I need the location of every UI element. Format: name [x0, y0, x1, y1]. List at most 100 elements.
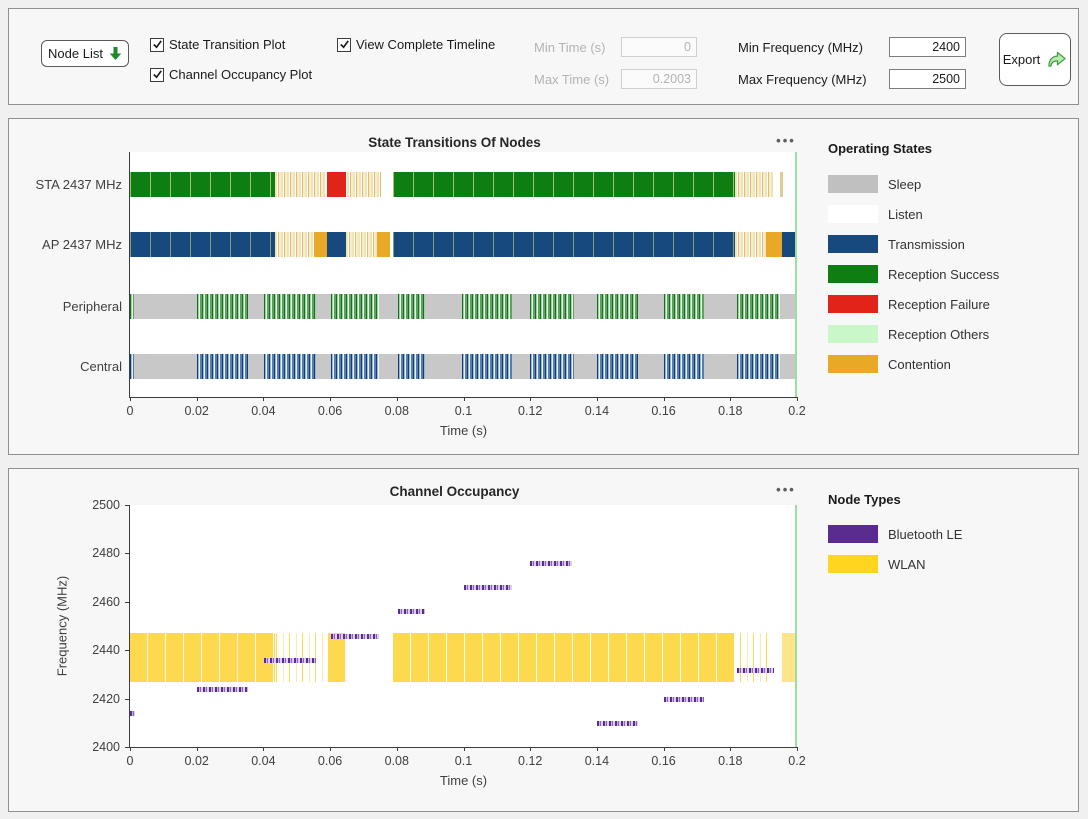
x-tick-label: 0.12	[518, 404, 542, 418]
occupancy-plot-title: Channel Occupancy	[121, 484, 788, 499]
x-tick-label: 0	[127, 754, 134, 768]
max-frequency-input[interactable]	[889, 69, 966, 89]
x-tick-mark	[464, 747, 465, 751]
occupancy-plot-options-menu[interactable]: •••	[769, 482, 803, 497]
bluetooth-le-segment	[664, 697, 704, 702]
legend-swatch	[828, 355, 878, 373]
row-label: Peripheral	[0, 299, 122, 314]
legend-item: Reception Failure	[828, 289, 999, 319]
x-tick-mark	[263, 747, 264, 751]
activity-burst	[737, 294, 780, 319]
activity-burst	[398, 294, 425, 319]
state-segment-thinline	[780, 172, 783, 197]
state-segment-orange	[377, 232, 390, 257]
view-complete-timeline-checkbox[interactable]: View Complete Timeline	[337, 37, 495, 52]
x-tick-mark	[530, 397, 531, 401]
activity-burst	[664, 354, 704, 379]
state-row	[130, 354, 797, 379]
legend-label: Reception Success	[888, 267, 999, 282]
legend-item: Contention	[828, 349, 999, 379]
toolbar-panel: Node List State Transition Plot Channel …	[8, 8, 1079, 105]
y-axis-label: Frequency (MHz)	[55, 576, 70, 676]
state-segment-contention	[275, 172, 326, 197]
x-tick-mark	[330, 397, 331, 401]
bluetooth-le-segment	[398, 609, 425, 614]
activity-burst	[530, 354, 573, 379]
state-segment-contention	[735, 232, 766, 257]
state-segment-contention	[275, 232, 314, 257]
x-tick-label: 0.1	[455, 404, 472, 418]
x-tick-mark	[730, 397, 731, 401]
min-time-label: Min Time (s)	[534, 40, 606, 55]
state-segment-contention	[347, 172, 380, 197]
channel-occupancy-plot-checkbox[interactable]: Channel Occupancy Plot	[150, 67, 312, 82]
min-frequency-input[interactable]	[889, 37, 966, 57]
x-tick-label: 0.02	[185, 754, 209, 768]
y-tick-mark	[125, 553, 130, 554]
y-tick-mark	[125, 505, 130, 506]
export-button[interactable]: Export	[999, 33, 1071, 86]
state-transition-plot-checkbox[interactable]: State Transition Plot	[150, 37, 285, 52]
legend-title: Operating States	[828, 141, 999, 156]
wlan-occupancy-segment	[393, 633, 735, 681]
max-frequency-label: Max Frequency (MHz)	[738, 72, 867, 87]
wireless-network-visualizer-window: Node List State Transition Plot Channel …	[0, 0, 1088, 819]
x-tick-label: 0.14	[585, 404, 609, 418]
node-list-label: Node List	[48, 46, 103, 61]
activity-burst	[597, 294, 638, 319]
legend-label: Transmission	[888, 237, 965, 252]
activity-burst	[530, 294, 573, 319]
max-time-input	[621, 69, 697, 89]
state-segment-orange	[314, 232, 327, 257]
checkbox-checked-icon	[150, 38, 164, 52]
legend-title: Node Types	[828, 492, 962, 507]
activity-burst	[462, 354, 512, 379]
row-label: AP 2437 MHz	[0, 237, 122, 252]
export-arrow-icon	[1046, 50, 1067, 69]
state-transitions-panel: State Transitions Of Nodes ••• STA 2437 …	[8, 118, 1079, 455]
activity-burst	[737, 354, 780, 379]
wlan-occupancy-segment	[130, 633, 275, 681]
x-tick-mark	[597, 397, 598, 401]
x-axis-label: Time (s)	[440, 773, 487, 788]
legend-item: Reception Others	[828, 319, 999, 349]
state-row	[130, 172, 797, 197]
x-tick-label: 0.06	[318, 404, 342, 418]
legend-item: Sleep	[828, 169, 999, 199]
legend-swatch	[828, 295, 878, 313]
legend-item: Bluetooth LE	[828, 519, 962, 549]
legend-swatch	[828, 265, 878, 283]
timeline-cursor-line	[795, 505, 797, 747]
max-time-label: Max Time (s)	[534, 72, 609, 87]
state-segment-orange	[766, 232, 782, 257]
x-tick-label: 0.08	[385, 754, 409, 768]
y-tick-label: 2420	[74, 692, 120, 706]
legend-swatch	[828, 325, 878, 343]
state-segment-blue-blocks	[130, 232, 275, 257]
activity-burst	[264, 354, 316, 379]
state-plot-options-menu[interactable]: •••	[769, 133, 803, 148]
node-list-button[interactable]: Node List	[41, 40, 129, 67]
state-segment-contention	[346, 232, 376, 257]
x-tick-label: 0.04	[251, 754, 275, 768]
x-tick-mark	[197, 747, 198, 751]
activity-burst	[197, 354, 249, 379]
state-plot-title: State Transitions Of Nodes	[121, 135, 788, 150]
bluetooth-le-segment	[464, 585, 513, 590]
row-label: Central	[0, 359, 122, 374]
legend-item: Listen	[828, 199, 999, 229]
legend-list: SleepListen Transmission Reception Success…	[828, 169, 999, 379]
state-segment-contention	[735, 172, 774, 197]
activity-burst	[331, 354, 379, 379]
y-tick-mark	[125, 699, 130, 700]
x-tick-mark	[330, 747, 331, 751]
checkbox-label: View Complete Timeline	[356, 37, 495, 52]
green-down-arrow-icon	[109, 46, 122, 61]
x-tick-mark	[730, 747, 731, 751]
bluetooth-le-segment	[264, 658, 315, 663]
legend-swatch	[828, 205, 878, 223]
legend-item: Transmission	[828, 229, 999, 259]
timeline-cursor-line	[795, 152, 797, 397]
x-tick-mark	[397, 397, 398, 401]
y-tick-label: 2500	[74, 498, 120, 512]
